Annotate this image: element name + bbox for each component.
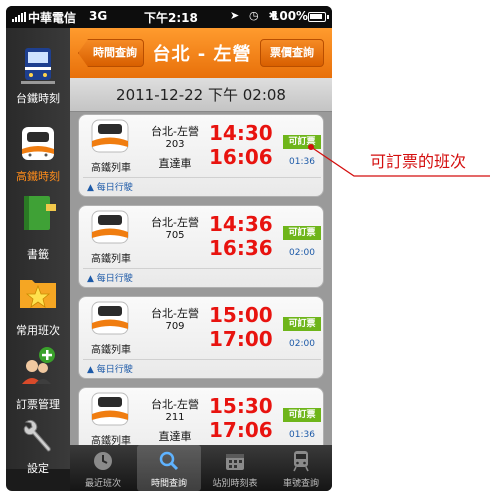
schedule-note: ▲ 每日行駛 [87, 183, 133, 193]
arrival-time: 16:06 [209, 145, 273, 169]
tab-recent-trains[interactable]: 最近班次 [71, 445, 135, 491]
divider [83, 177, 321, 178]
bookable-badge: 可訂票 [283, 317, 321, 331]
route-label: 台北-左營 [151, 307, 199, 320]
train-number: 211 [165, 412, 185, 423]
battery-percent: 100% [271, 9, 309, 23]
train-category: 高鐵列車 [91, 254, 131, 265]
sidebar-item-label: 設定 [27, 462, 49, 475]
route-label: 台北-左營 [151, 398, 199, 411]
star-folder-icon [20, 280, 56, 308]
train-category: 高鐵列車 [91, 163, 131, 174]
tab-time-query[interactable]: 時間查詢 [137, 445, 201, 491]
annotation-label: 可訂票的班次 [370, 152, 467, 171]
tab-bar: 最近班次 時間查詢 站別時刻表 車號查詢 [70, 445, 332, 491]
train-type: 直達車 [158, 157, 192, 170]
route-label: 台北-左營 [151, 125, 199, 138]
train-category: 高鐵列車 [91, 345, 131, 356]
tab-label: 時間查詢 [150, 479, 187, 489]
train-type: 直達車 [158, 430, 192, 443]
users-add-icon [22, 347, 55, 384]
stage: 中華電信 3G 下午2:18 ➤ ◷ ✱ 100% 台鐵時刻 高鐵時刻 書籤 常… [0, 0, 501, 498]
hsr-train-icon [91, 392, 129, 426]
train-front-icon [293, 451, 309, 472]
sidebar-item-booking-management[interactable]: 訂票管理 [6, 334, 70, 411]
train-number: 203 [165, 139, 185, 150]
train-card[interactable]: 高鐵列車 台北-左營 203 直達車 14:30 16:06 可訂票 01:36… [78, 114, 324, 197]
train-list[interactable]: 2011-12-22 下午 02:08 高鐵列車 台北-左營 203 直達車 1… [70, 78, 332, 469]
sidebar-item-settings[interactable]: 設定 [6, 408, 70, 478]
hsr-train-icon [22, 127, 54, 160]
sidebar-item-tra-timetable[interactable]: 台鐵時刻 [6, 28, 70, 105]
date-header: 2011-12-22 下午 02:08 [70, 78, 332, 112]
phone-screen: 中華電信 3G 下午2:18 ➤ ◷ ✱ 100% 台鐵時刻 高鐵時刻 書籤 常… [6, 6, 332, 491]
status-bar: 中華電信 3G 下午2:18 ➤ ◷ ✱ 100% [6, 6, 332, 28]
wrench-icon [23, 419, 51, 452]
tra-train-icon [21, 48, 55, 84]
travel-duration: 02:00 [289, 248, 315, 258]
sidebar-item-hsr-timetable[interactable]: 高鐵時刻 [6, 102, 70, 183]
train-card[interactable]: 高鐵列車 台北-左營 709 15:00 17:00 可訂票 02:00 ▲ 每… [78, 296, 324, 379]
search-icon [159, 451, 179, 471]
nav-bar: 時間查詢 台北 - 左營 票價查詢 [70, 28, 332, 78]
arrival-time: 16:36 [209, 236, 273, 260]
travel-duration: 01:36 [289, 430, 315, 440]
tab-label: 最近班次 [84, 479, 121, 489]
departure-time: 14:30 [209, 121, 273, 145]
tab-station-timetable[interactable]: 站別時刻表 [203, 445, 267, 491]
arrival-time: 17:00 [209, 327, 273, 351]
battery-icon [308, 12, 329, 22]
clock-icon [94, 452, 112, 470]
sidebar-item-bookmarks[interactable]: 書籤 [6, 182, 70, 261]
bookable-badge: 可訂票 [283, 135, 321, 149]
tab-label: 站別時刻表 [212, 479, 258, 489]
back-button-time-query[interactable]: 時間查詢 [78, 39, 144, 67]
travel-duration: 01:36 [289, 157, 315, 167]
divider [83, 268, 321, 269]
hsr-train-icon [91, 119, 129, 153]
hsr-train-icon [91, 210, 129, 244]
arrival-time: 17:06 [209, 418, 273, 442]
calendar-icon [226, 454, 244, 470]
bookable-badge: 可訂票 [283, 408, 321, 422]
bookmark-book-icon [24, 196, 56, 230]
fare-query-button[interactable]: 票價查詢 [260, 39, 324, 67]
train-card[interactable]: 高鐵列車 台北-左營 705 14:36 16:36 可訂票 02:00 ▲ 每… [78, 205, 324, 288]
page-title: 台北 - 左營 [152, 44, 252, 65]
departure-time: 14:36 [209, 212, 273, 236]
departure-time: 15:00 [209, 303, 273, 327]
bookable-badge: 可訂票 [283, 226, 321, 240]
travel-duration: 02:00 [289, 339, 315, 349]
schedule-note: ▲ 每日行駛 [87, 274, 133, 284]
signal-strength-icon [12, 12, 26, 22]
route-label: 台北-左營 [151, 216, 199, 229]
train-number: 705 [165, 230, 185, 241]
network-type: 3G [89, 9, 108, 23]
hsr-train-icon [91, 301, 129, 335]
tab-label: 車號查詢 [282, 479, 319, 489]
sidebar-item-favorites[interactable]: 常用班次 [6, 258, 70, 337]
clock-time: 下午2:18 [144, 11, 198, 25]
departure-time: 15:30 [209, 394, 273, 418]
schedule-note: ▲ 每日行駛 [87, 365, 133, 375]
tab-train-number-query[interactable]: 車號查詢 [269, 445, 332, 491]
divider [83, 359, 321, 360]
carrier-name: 中華電信 [28, 11, 77, 25]
sidebar: 台鐵時刻 高鐵時刻 書籤 常用班次 訂票管理 設定 [6, 28, 70, 475]
train-number: 709 [165, 321, 185, 332]
